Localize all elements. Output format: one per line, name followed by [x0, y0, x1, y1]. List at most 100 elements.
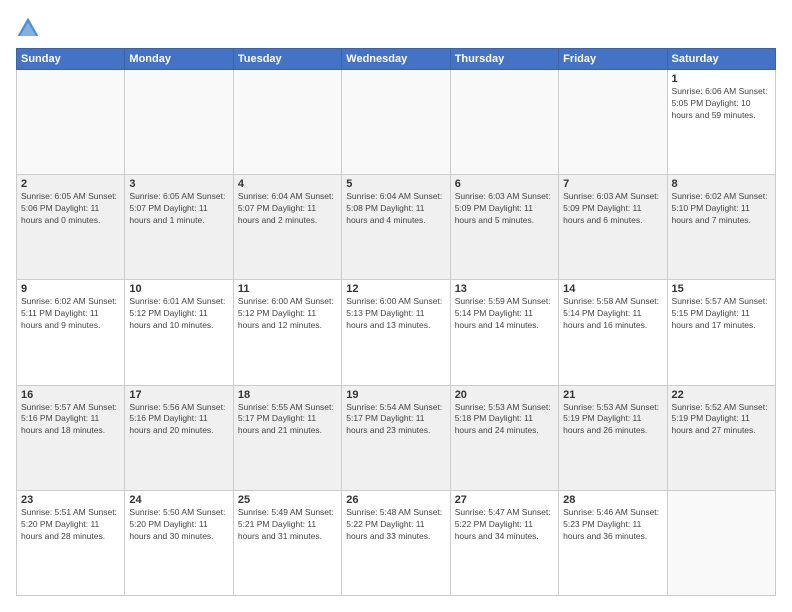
calendar-cell	[450, 70, 558, 175]
calendar-cell: 26Sunrise: 5:48 AM Sunset: 5:22 PM Dayli…	[342, 490, 450, 595]
calendar-cell: 22Sunrise: 5:52 AM Sunset: 5:19 PM Dayli…	[667, 385, 775, 490]
calendar-cell: 23Sunrise: 5:51 AM Sunset: 5:20 PM Dayli…	[17, 490, 125, 595]
day-number: 16	[21, 389, 120, 401]
calendar-cell: 2Sunrise: 6:05 AM Sunset: 5:06 PM Daylig…	[17, 175, 125, 280]
calendar-cell: 24Sunrise: 5:50 AM Sunset: 5:20 PM Dayli…	[125, 490, 233, 595]
day-number: 19	[346, 389, 445, 401]
day-number: 27	[455, 494, 554, 506]
day-info: Sunrise: 5:48 AM Sunset: 5:22 PM Dayligh…	[346, 507, 445, 543]
calendar-cell: 12Sunrise: 6:00 AM Sunset: 5:13 PM Dayli…	[342, 280, 450, 385]
day-info: Sunrise: 5:53 AM Sunset: 5:19 PM Dayligh…	[563, 402, 662, 438]
weekday-header-friday: Friday	[559, 49, 667, 70]
day-info: Sunrise: 5:47 AM Sunset: 5:22 PM Dayligh…	[455, 507, 554, 543]
day-info: Sunrise: 5:59 AM Sunset: 5:14 PM Dayligh…	[455, 296, 554, 332]
day-number: 28	[563, 494, 662, 506]
day-number: 4	[238, 178, 337, 190]
calendar-body: 1Sunrise: 6:06 AM Sunset: 5:05 PM Daylig…	[17, 70, 776, 596]
day-number: 22	[672, 389, 771, 401]
day-info: Sunrise: 6:04 AM Sunset: 5:08 PM Dayligh…	[346, 191, 445, 227]
calendar-cell: 3Sunrise: 6:05 AM Sunset: 5:07 PM Daylig…	[125, 175, 233, 280]
calendar-cell: 7Sunrise: 6:03 AM Sunset: 5:09 PM Daylig…	[559, 175, 667, 280]
day-info: Sunrise: 6:03 AM Sunset: 5:09 PM Dayligh…	[455, 191, 554, 227]
calendar-week-row: 9Sunrise: 6:02 AM Sunset: 5:11 PM Daylig…	[17, 280, 776, 385]
day-info: Sunrise: 6:04 AM Sunset: 5:07 PM Dayligh…	[238, 191, 337, 227]
calendar-cell	[342, 70, 450, 175]
calendar-cell: 14Sunrise: 5:58 AM Sunset: 5:14 PM Dayli…	[559, 280, 667, 385]
weekday-header-thursday: Thursday	[450, 49, 558, 70]
day-number: 14	[563, 283, 662, 295]
day-info: Sunrise: 6:00 AM Sunset: 5:13 PM Dayligh…	[346, 296, 445, 332]
day-number: 25	[238, 494, 337, 506]
calendar-cell: 18Sunrise: 5:55 AM Sunset: 5:17 PM Dayli…	[233, 385, 341, 490]
day-number: 8	[672, 178, 771, 190]
calendar-week-row: 2Sunrise: 6:05 AM Sunset: 5:06 PM Daylig…	[17, 175, 776, 280]
calendar-cell: 10Sunrise: 6:01 AM Sunset: 5:12 PM Dayli…	[125, 280, 233, 385]
calendar-cell: 6Sunrise: 6:03 AM Sunset: 5:09 PM Daylig…	[450, 175, 558, 280]
weekday-header-wednesday: Wednesday	[342, 49, 450, 70]
weekday-header-tuesday: Tuesday	[233, 49, 341, 70]
day-number: 23	[21, 494, 120, 506]
weekday-header-saturday: Saturday	[667, 49, 775, 70]
day-info: Sunrise: 5:52 AM Sunset: 5:19 PM Dayligh…	[672, 402, 771, 438]
day-info: Sunrise: 5:58 AM Sunset: 5:14 PM Dayligh…	[563, 296, 662, 332]
day-number: 12	[346, 283, 445, 295]
day-number: 11	[238, 283, 337, 295]
day-info: Sunrise: 6:05 AM Sunset: 5:06 PM Dayligh…	[21, 191, 120, 227]
calendar-week-row: 16Sunrise: 5:57 AM Sunset: 5:16 PM Dayli…	[17, 385, 776, 490]
day-info: Sunrise: 5:54 AM Sunset: 5:17 PM Dayligh…	[346, 402, 445, 438]
calendar-cell: 11Sunrise: 6:00 AM Sunset: 5:12 PM Dayli…	[233, 280, 341, 385]
day-number: 10	[129, 283, 228, 295]
day-number: 20	[455, 389, 554, 401]
day-info: Sunrise: 6:02 AM Sunset: 5:10 PM Dayligh…	[672, 191, 771, 227]
page: SundayMondayTuesdayWednesdayThursdayFrid…	[0, 0, 792, 612]
weekday-header-row: SundayMondayTuesdayWednesdayThursdayFrid…	[17, 49, 776, 70]
calendar-cell: 13Sunrise: 5:59 AM Sunset: 5:14 PM Dayli…	[450, 280, 558, 385]
calendar-week-row: 23Sunrise: 5:51 AM Sunset: 5:20 PM Dayli…	[17, 490, 776, 595]
day-number: 3	[129, 178, 228, 190]
day-number: 13	[455, 283, 554, 295]
day-number: 17	[129, 389, 228, 401]
day-number: 21	[563, 389, 662, 401]
calendar-cell: 9Sunrise: 6:02 AM Sunset: 5:11 PM Daylig…	[17, 280, 125, 385]
calendar-cell: 28Sunrise: 5:46 AM Sunset: 5:23 PM Dayli…	[559, 490, 667, 595]
calendar-cell: 8Sunrise: 6:02 AM Sunset: 5:10 PM Daylig…	[667, 175, 775, 280]
calendar-cell	[559, 70, 667, 175]
day-number: 24	[129, 494, 228, 506]
calendar-cell: 4Sunrise: 6:04 AM Sunset: 5:07 PM Daylig…	[233, 175, 341, 280]
calendar-cell	[125, 70, 233, 175]
day-info: Sunrise: 5:57 AM Sunset: 5:15 PM Dayligh…	[672, 296, 771, 332]
day-info: Sunrise: 6:02 AM Sunset: 5:11 PM Dayligh…	[21, 296, 120, 332]
calendar-cell: 25Sunrise: 5:49 AM Sunset: 5:21 PM Dayli…	[233, 490, 341, 595]
day-number: 6	[455, 178, 554, 190]
calendar-cell	[233, 70, 341, 175]
calendar-table: SundayMondayTuesdayWednesdayThursdayFrid…	[16, 48, 776, 596]
calendar-cell: 15Sunrise: 5:57 AM Sunset: 5:15 PM Dayli…	[667, 280, 775, 385]
day-info: Sunrise: 6:06 AM Sunset: 5:05 PM Dayligh…	[672, 86, 771, 122]
logo-icon	[16, 16, 40, 40]
day-info: Sunrise: 5:50 AM Sunset: 5:20 PM Dayligh…	[129, 507, 228, 543]
calendar-week-row: 1Sunrise: 6:06 AM Sunset: 5:05 PM Daylig…	[17, 70, 776, 175]
weekday-header-monday: Monday	[125, 49, 233, 70]
day-number: 1	[672, 73, 771, 85]
day-info: Sunrise: 6:00 AM Sunset: 5:12 PM Dayligh…	[238, 296, 337, 332]
day-number: 15	[672, 283, 771, 295]
calendar-cell: 1Sunrise: 6:06 AM Sunset: 5:05 PM Daylig…	[667, 70, 775, 175]
calendar-cell: 27Sunrise: 5:47 AM Sunset: 5:22 PM Dayli…	[450, 490, 558, 595]
day-info: Sunrise: 5:53 AM Sunset: 5:18 PM Dayligh…	[455, 402, 554, 438]
calendar-cell: 17Sunrise: 5:56 AM Sunset: 5:16 PM Dayli…	[125, 385, 233, 490]
calendar-cell: 16Sunrise: 5:57 AM Sunset: 5:16 PM Dayli…	[17, 385, 125, 490]
day-number: 2	[21, 178, 120, 190]
calendar-cell	[17, 70, 125, 175]
day-number: 7	[563, 178, 662, 190]
day-info: Sunrise: 6:03 AM Sunset: 5:09 PM Dayligh…	[563, 191, 662, 227]
calendar-cell: 5Sunrise: 6:04 AM Sunset: 5:08 PM Daylig…	[342, 175, 450, 280]
header	[16, 16, 776, 40]
calendar-cell: 20Sunrise: 5:53 AM Sunset: 5:18 PM Dayli…	[450, 385, 558, 490]
day-number: 9	[21, 283, 120, 295]
day-info: Sunrise: 5:51 AM Sunset: 5:20 PM Dayligh…	[21, 507, 120, 543]
day-info: Sunrise: 6:05 AM Sunset: 5:07 PM Dayligh…	[129, 191, 228, 227]
day-info: Sunrise: 5:56 AM Sunset: 5:16 PM Dayligh…	[129, 402, 228, 438]
day-number: 18	[238, 389, 337, 401]
day-info: Sunrise: 5:57 AM Sunset: 5:16 PM Dayligh…	[21, 402, 120, 438]
calendar-cell	[667, 490, 775, 595]
